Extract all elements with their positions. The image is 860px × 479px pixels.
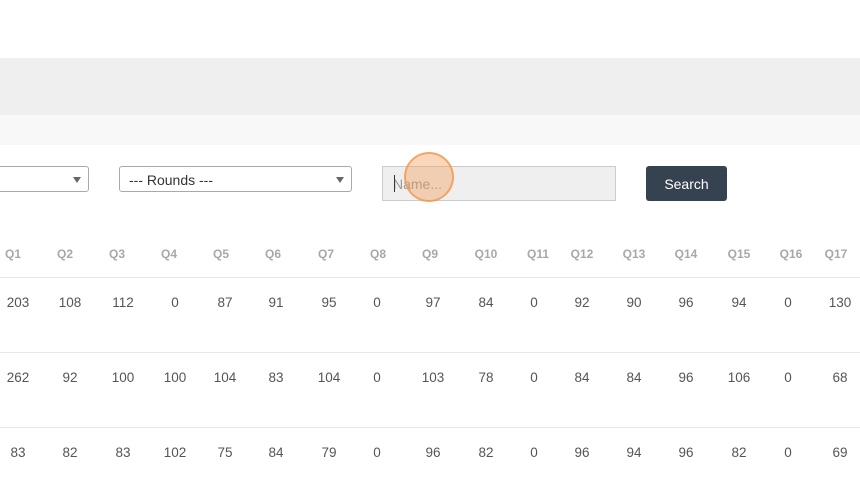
column-header: Q2 (56, 247, 74, 261)
rounds-select-value: --- Rounds --- (129, 172, 214, 188)
table-cell: 103 (421, 370, 445, 385)
column-header: Q14 (674, 247, 698, 261)
column-header: Q1 (4, 247, 22, 261)
chevron-down-icon (336, 177, 344, 183)
column-header: Q15 (727, 247, 751, 261)
column-header: Q3 (108, 247, 126, 261)
table-cell: 94 (626, 445, 642, 460)
column-header: Q16 (779, 247, 803, 261)
table-cell: 0 (373, 445, 381, 460)
table-cell: 106 (727, 370, 751, 385)
table-cell: 262 (6, 370, 30, 385)
table-cell: 83 (10, 445, 26, 460)
search-button[interactable]: Search (646, 166, 727, 201)
table-cell: 97 (425, 295, 441, 310)
rounds-select[interactable]: --- Rounds --- (119, 166, 352, 192)
table-cell: 82 (62, 445, 78, 460)
table-cell: 82 (478, 445, 494, 460)
column-header: Q9 (421, 247, 439, 261)
table-cell: 96 (678, 370, 694, 385)
table-cell: 96 (574, 445, 590, 460)
table-cell: 0 (784, 370, 792, 385)
column-header: Q12 (570, 247, 594, 261)
column-header: Q6 (264, 247, 282, 261)
chevron-down-icon (73, 177, 81, 183)
table-cell: 100 (111, 370, 135, 385)
table-cell: 0 (373, 295, 381, 310)
table-cell: 87 (217, 295, 233, 310)
table-cell: 104 (317, 370, 341, 385)
row-divider (0, 352, 860, 353)
table-cell: 84 (478, 295, 494, 310)
table-cell: 83 (268, 370, 284, 385)
table-cell: 0 (530, 370, 538, 385)
table-cell: 84 (268, 445, 284, 460)
subheader-band (0, 115, 860, 145)
table-cell: 84 (574, 370, 590, 385)
table-cell: 96 (425, 445, 441, 460)
table-cell: 91 (268, 295, 284, 310)
column-header: Q8 (369, 247, 387, 261)
table-cell: 203 (6, 295, 30, 310)
table-cell: 69 (832, 445, 848, 460)
table-cell: 96 (678, 295, 694, 310)
column-header: Q4 (160, 247, 178, 261)
table-cell: 0 (530, 445, 538, 460)
table-cell: 90 (626, 295, 642, 310)
table-cell: 0 (373, 370, 381, 385)
column-header: Q17 (824, 247, 848, 261)
table-cell: 95 (321, 295, 337, 310)
table-cell: 0 (530, 295, 538, 310)
name-search-input[interactable] (382, 166, 616, 201)
table-cell: 82 (731, 445, 747, 460)
column-header: Q10 (474, 247, 498, 261)
table-cell: 108 (58, 295, 82, 310)
column-header: Q11 (526, 247, 550, 261)
table-cell: 75 (217, 445, 233, 460)
table-cell: 130 (828, 295, 852, 310)
column-header: Q13 (622, 247, 646, 261)
table-cell: 94 (731, 295, 747, 310)
table-cell: 68 (832, 370, 848, 385)
table-cell: 78 (478, 370, 494, 385)
table-cell: 0 (171, 295, 179, 310)
table-cell: 100 (163, 370, 187, 385)
row-divider (0, 277, 860, 278)
table-cell: 79 (321, 445, 337, 460)
row-divider (0, 427, 860, 428)
table-cell: 83 (115, 445, 131, 460)
header-band (0, 58, 860, 115)
text-cursor (394, 175, 395, 192)
table-cell: 0 (784, 295, 792, 310)
table-cell: 92 (62, 370, 78, 385)
column-header: Q5 (212, 247, 230, 261)
table-cell: 92 (574, 295, 590, 310)
top-bar (0, 0, 860, 58)
table-cell: 0 (784, 445, 792, 460)
filter-select-left[interactable] (0, 166, 89, 192)
column-header: Q7 (317, 247, 335, 261)
table-cell: 112 (112, 295, 134, 310)
table-cell: 104 (213, 370, 237, 385)
table-cell: 84 (626, 370, 642, 385)
table-cell: 96 (678, 445, 694, 460)
table-cell: 102 (163, 445, 187, 460)
